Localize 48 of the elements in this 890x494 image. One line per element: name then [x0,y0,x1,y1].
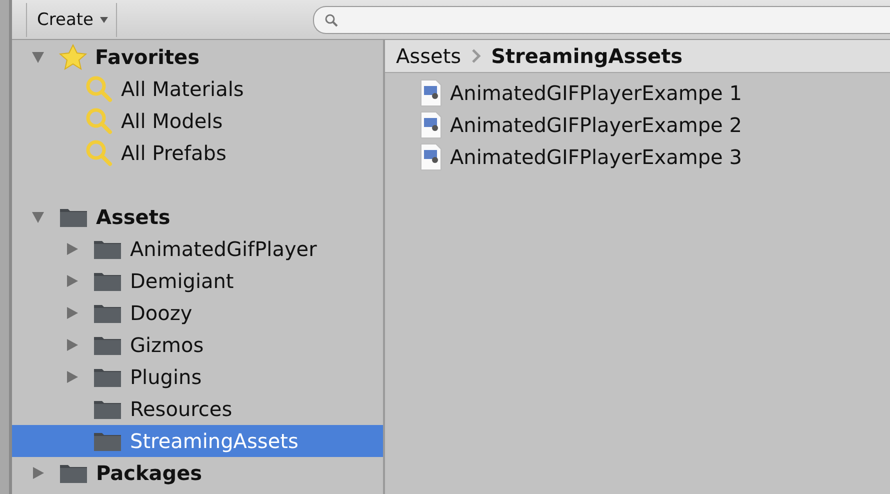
tree-item[interactable]: Assets [96,205,170,229]
image-file-icon [420,111,442,139]
folder-name[interactable]: Plugins [130,365,202,389]
search-icon [324,12,338,26]
collapsed-arrow-icon[interactable] [65,306,79,320]
folder-name[interactable]: Doozy [130,301,192,325]
folder-icon [59,206,88,228]
folder-icon [59,462,88,484]
image-file-icon [420,143,442,171]
folder-icon [93,302,122,324]
collapsed-arrow-icon[interactable] [65,338,79,352]
folder-icon [93,430,122,452]
file-name[interactable]: AnimatedGIFPlayerExampe 3 [450,145,742,169]
favorite-search-item[interactable]: All Prefabs [121,141,226,165]
image-file-icon [420,79,442,107]
folder-icon [93,366,122,388]
tree-item[interactable]: Packages [96,461,202,485]
breadcrumb-item[interactable]: Assets [396,44,462,68]
file-name[interactable]: AnimatedGIFPlayerExampe 1 [450,81,742,105]
folder-icon [93,398,122,420]
folder-name[interactable]: StreamingAssets [130,429,298,453]
search-icon [85,75,113,103]
search-field[interactable] [312,6,890,34]
chevron-icon [471,49,482,63]
collapsed-arrow-icon[interactable] [31,466,45,480]
selected-row[interactable]: StreamingAssets [12,425,383,457]
file-name[interactable]: AnimatedGIFPlayerExampe 2 [450,113,742,137]
favorite-search-item[interactable]: All Materials [121,77,244,101]
tree-item[interactable]: Favorites [95,45,200,69]
folder-name[interactable]: Demigiant [130,269,234,293]
folder-name[interactable]: Resources [130,397,232,421]
expanded-arrow-icon[interactable] [31,210,45,224]
dropdown-caret-icon [100,16,108,22]
collapsed-arrow-icon[interactable] [65,274,79,288]
folder-name[interactable]: AnimatedGifPlayer [130,237,317,261]
collapsed-arrow-icon[interactable] [65,242,79,256]
collapsed-arrow-icon[interactable] [65,370,79,384]
star-icon [59,44,87,70]
create-button[interactable]: Create [26,2,116,36]
folder-name[interactable]: Gizmos [130,333,204,357]
folder-icon [93,270,122,292]
search-icon [85,139,113,167]
breadcrumb-item[interactable]: StreamingAssets [491,44,683,68]
folder-icon [93,238,122,260]
folder-icon [93,334,122,356]
search-icon [85,107,113,135]
expanded-arrow-icon[interactable] [31,50,45,64]
favorite-search-item[interactable]: All Models [121,109,223,133]
